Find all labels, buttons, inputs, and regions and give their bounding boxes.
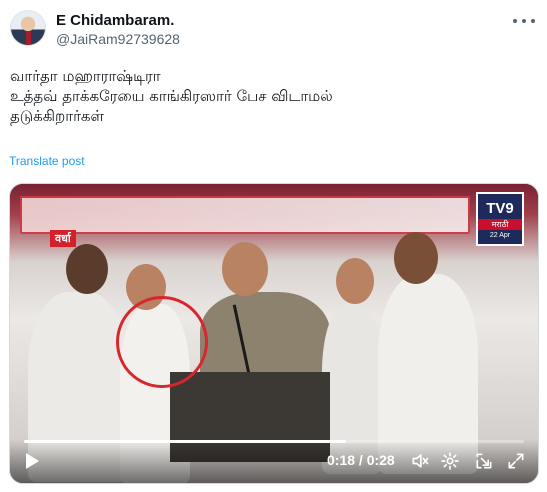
post-line: தடுக்கிறார்கள்: [10, 107, 105, 125]
person-left-head: [66, 244, 108, 294]
picture-in-picture-icon[interactable]: [474, 451, 494, 471]
post-line: உத்தவ் தாக்கரேயை காங்கிரஸார் பேச விடாமல்: [10, 87, 333, 105]
post-text: வார்தா மஹாராஷ்டிரா உத்தவ் தாக்கரேயை காங்…: [10, 66, 530, 126]
channel-logo-text: TV9: [486, 200, 514, 217]
news-banner: [20, 196, 470, 234]
location-tag: वर्धा: [50, 230, 76, 247]
control-row: 0:18 / 0:28: [10, 449, 538, 473]
highlight-circle: [116, 296, 208, 388]
fullscreen-icon[interactable]: [506, 451, 526, 471]
person-center-head: [222, 242, 268, 296]
play-icon[interactable]: [26, 453, 39, 469]
volume-icon[interactable]: [410, 451, 430, 471]
time-display: 0:18 / 0:28: [327, 452, 395, 468]
translate-post-link[interactable]: Translate post: [9, 154, 85, 168]
broadcast-date: 22 Apr: [489, 232, 511, 239]
more-options-icon[interactable]: [513, 14, 535, 28]
author-handle[interactable]: @JaiRam92739628: [56, 31, 180, 47]
person-right-back-head: [336, 258, 374, 304]
channel-logo: TV9 मराठी 22 Apr: [476, 192, 524, 246]
person-right-head: [394, 232, 438, 284]
video-player[interactable]: वर्धा TV9 मराठी 22 Apr 0:18 / 0:28: [9, 183, 539, 484]
author-display-name[interactable]: E Chidambaram.: [56, 12, 174, 29]
post-line: வார்தா மஹாராஷ்டிரா: [10, 67, 161, 85]
channel-logo-sub: मराठी: [478, 219, 522, 230]
progress-fill: [24, 440, 346, 443]
settings-gear-icon[interactable]: [440, 451, 460, 471]
progress-bar[interactable]: [24, 440, 524, 443]
author-avatar[interactable]: [10, 10, 46, 46]
